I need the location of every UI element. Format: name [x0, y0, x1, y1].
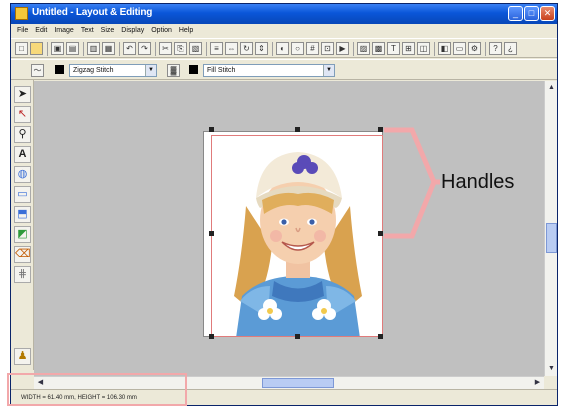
handles-label: Handles [441, 171, 515, 193]
handles-callout-bracket [384, 127, 440, 239]
